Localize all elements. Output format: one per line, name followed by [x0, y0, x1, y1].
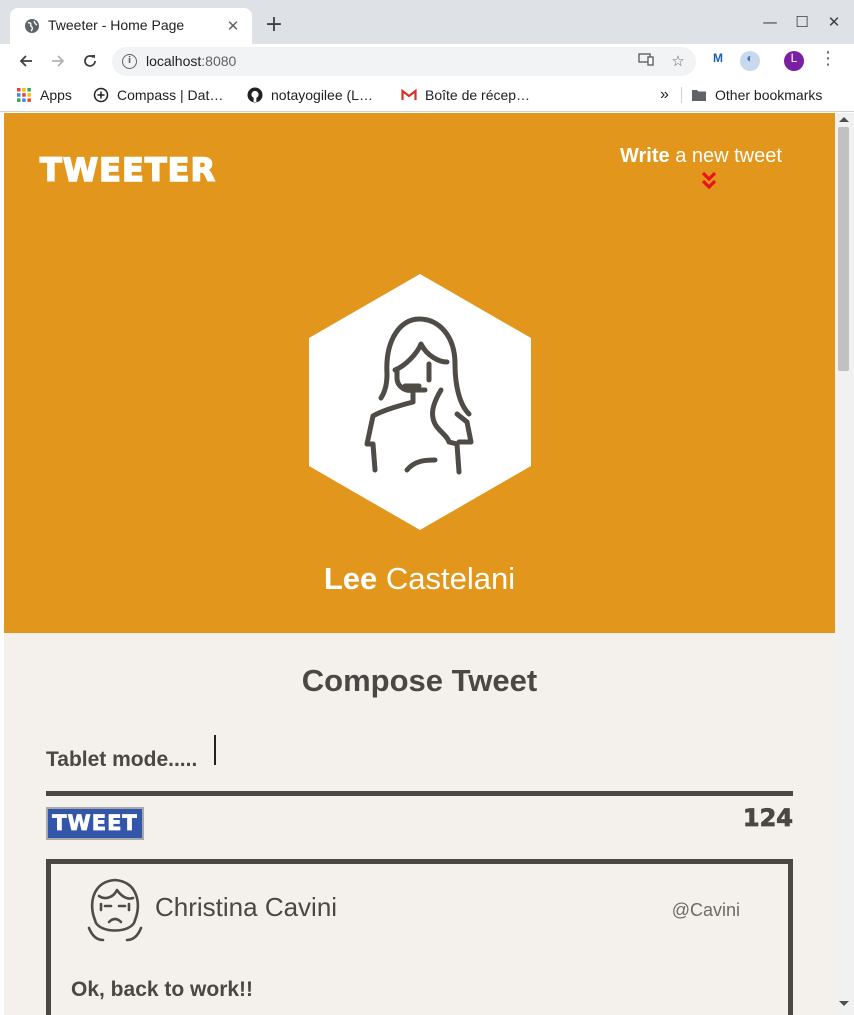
- bookmark-label: Compass | Dat…: [117, 87, 224, 103]
- minimize-icon[interactable]: —: [758, 10, 782, 34]
- bookmark-label: Other bookmarks: [715, 87, 823, 103]
- url-text: localhost:8080: [146, 53, 237, 69]
- char-counter: 124: [742, 804, 793, 833]
- maximize-icon[interactable]: ☐: [790, 10, 814, 34]
- back-button[interactable]: [13, 48, 39, 74]
- bookmark-star-icon[interactable]: ☆: [668, 52, 688, 72]
- apps-grid-icon: [17, 88, 31, 102]
- bookmarks-divider: [681, 87, 682, 103]
- other-bookmarks-folder[interactable]: Other bookmarks: [691, 85, 822, 105]
- browser-toolbar: i localhost:8080 ☆ M ◐ L ⋮: [0, 44, 854, 78]
- scroll-down-arrow-icon[interactable]: [839, 1001, 849, 1006]
- install-app-icon[interactable]: [636, 52, 656, 72]
- folder-icon: [692, 90, 706, 101]
- bookmark-label: notayogilee (L…: [271, 87, 373, 103]
- tweet-submit-button[interactable]: TWEET: [46, 807, 144, 840]
- window-close-icon[interactable]: ✕: [822, 10, 846, 34]
- bookmarks-bar: Apps Compass | Dat… notayogilee (L… Boît…: [0, 78, 854, 112]
- arrow-left-icon: [19, 55, 32, 67]
- browser-tab[interactable]: Tweeter - Home Page ✕: [10, 8, 252, 44]
- malwarebytes-extension-icon[interactable]: M: [708, 51, 728, 71]
- tweet-card: Christina Cavini @Cavini Ok, back to wor…: [46, 859, 793, 1015]
- close-tab-icon[interactable]: ✕: [224, 17, 242, 35]
- tweet-author-handle: @Cavini: [671, 900, 740, 920]
- bookmark-github[interactable]: notayogilee (L…: [247, 85, 373, 105]
- compose-underline: [46, 791, 793, 796]
- browser-chrome: Tweeter - Home Page ✕ + — ☐ ✕ i localhos…: [0, 0, 854, 112]
- profile-avatar[interactable]: L: [784, 51, 804, 71]
- reload-icon: [84, 55, 96, 67]
- tweet-text: Ok, back to work!!: [71, 978, 254, 1001]
- tweet-textarea[interactable]: [46, 730, 793, 790]
- profile-header: TWEETER Write a new tweet Lee Castelani: [4, 113, 835, 633]
- github-icon: [247, 87, 263, 103]
- profile-avatar-hexagon: [309, 274, 531, 530]
- globe-icon: [25, 19, 39, 33]
- forward-button[interactable]: [45, 48, 71, 74]
- gmail-icon: [401, 88, 417, 100]
- profile-name: Lee Castelani: [323, 561, 516, 596]
- bookmark-gmail[interactable]: Boîte de récep…: [401, 85, 530, 105]
- app-logo[interactable]: TWEETER: [39, 150, 216, 190]
- tweet-author-name: Christina Cavini: [155, 892, 338, 922]
- bookmark-label: Boîte de récep…: [425, 87, 531, 103]
- bookmark-label: Apps: [40, 87, 72, 103]
- reload-button[interactable]: [77, 48, 103, 74]
- tab-title: Tweeter - Home Page: [48, 17, 185, 33]
- compose-title: Compose Tweet: [301, 663, 538, 698]
- address-bar[interactable]: i localhost:8080 ☆: [112, 47, 696, 76]
- menu-kebab-icon[interactable]: ⋮: [815, 48, 841, 74]
- page-viewport: TWEETER Write a new tweet Lee Castelani …: [4, 113, 835, 1015]
- page-scrollbar[interactable]: [835, 113, 854, 1015]
- bookmark-compass[interactable]: Compass | Dat…: [93, 85, 223, 105]
- tab-strip: Tweeter - Home Page ✕ + — ☐ ✕: [0, 0, 854, 44]
- scroll-up-arrow-icon[interactable]: [839, 117, 849, 122]
- bookmarks-overflow-button[interactable]: »: [660, 85, 669, 105]
- bookmark-apps[interactable]: Apps: [16, 85, 72, 105]
- extension-icon[interactable]: ◐: [740, 51, 760, 71]
- scrollbar-thumb[interactable]: [838, 127, 849, 371]
- write-new-tweet-link[interactable]: Write a new tweet: [620, 145, 782, 168]
- info-icon[interactable]: i: [122, 54, 137, 69]
- user-avatar-icon: [87, 878, 143, 942]
- new-tab-button[interactable]: +: [262, 13, 286, 37]
- text-caret: [214, 735, 216, 765]
- compass-icon: [93, 87, 109, 103]
- arrow-right-icon: [52, 55, 65, 67]
- double-chevron-down-icon[interactable]: [700, 171, 718, 193]
